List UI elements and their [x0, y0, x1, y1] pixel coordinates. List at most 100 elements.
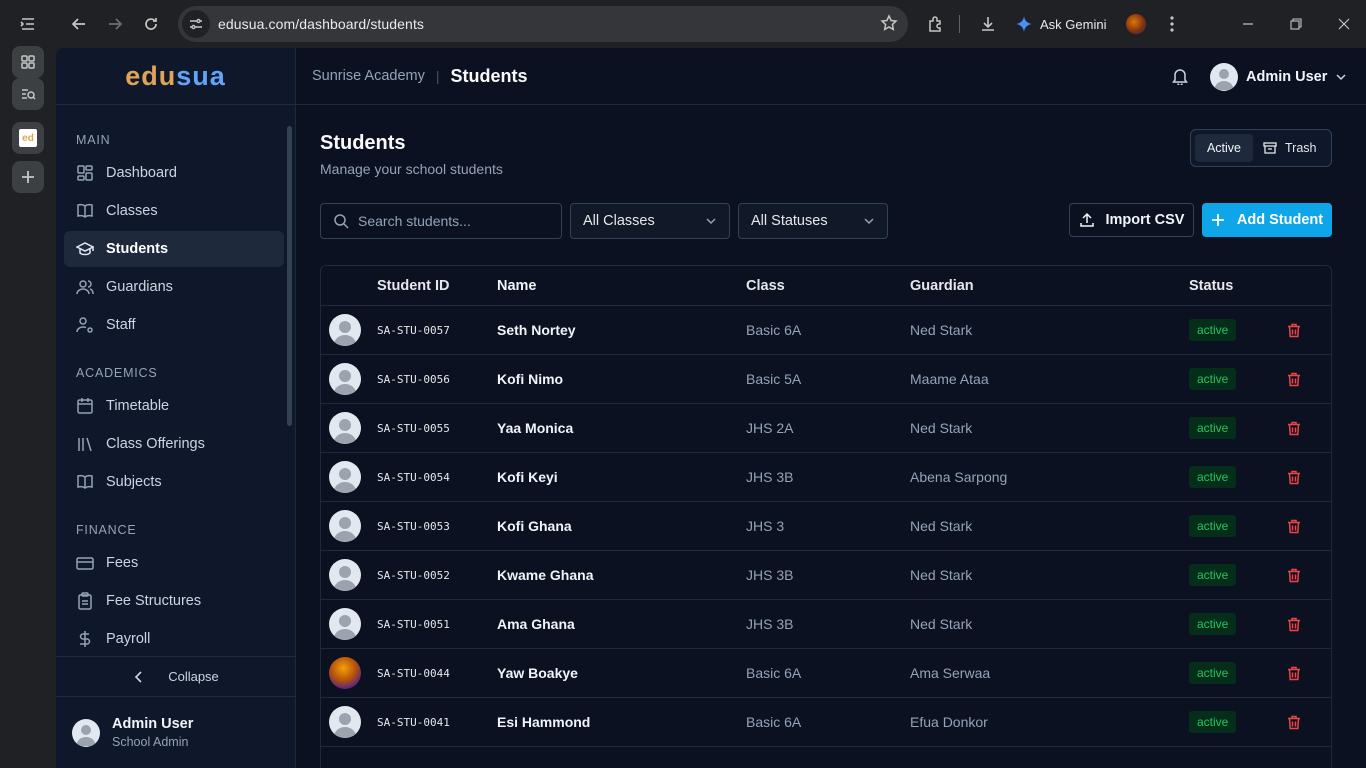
- toggle-trash-button[interactable]: Trash: [1263, 134, 1317, 162]
- avatar-cell: [321, 461, 377, 493]
- reload-icon[interactable]: [133, 6, 169, 42]
- sidebar-user[interactable]: Admin User School Admin: [56, 696, 295, 768]
- delete-button[interactable]: [1287, 519, 1327, 534]
- back-icon[interactable]: [61, 6, 97, 42]
- extensions-icon[interactable]: [924, 8, 948, 40]
- student-name-cell[interactable]: Yaa Monica: [497, 420, 746, 436]
- toggle-active-button[interactable]: Active: [1195, 134, 1253, 162]
- avatar: [1210, 63, 1238, 91]
- class-filter-select[interactable]: All Classes: [570, 203, 730, 239]
- profile-avatar-icon[interactable]: [1124, 8, 1148, 40]
- section-title-finance: FINANCE: [76, 523, 137, 537]
- table-row[interactable]: SA-STU-0051 Ama Ghana JHS 3B Ned Stark activ…: [321, 600, 1331, 649]
- student-name-cell[interactable]: Kofi Keyi: [497, 469, 746, 485]
- student-id-cell: SA-STU-0057: [377, 323, 450, 337]
- table-row[interactable]: SA-STU-0041 Esi Hammond Basic 6A Efua Donko…: [321, 698, 1331, 747]
- sidebar-item-staff[interactable]: Staff: [64, 307, 284, 343]
- sidebar-item-class-offerings[interactable]: Class Offerings: [64, 426, 284, 462]
- sidebar-item-fee-structures[interactable]: Fee Structures: [64, 583, 284, 619]
- sidebar-scrollbar[interactable]: [287, 126, 292, 426]
- close-window-icon[interactable]: [1332, 8, 1356, 40]
- sidebar-item-subjects[interactable]: Subjects: [64, 464, 284, 500]
- search-input[interactable]: [358, 213, 548, 229]
- user-cog-icon: [76, 317, 93, 333]
- site-settings-icon[interactable]: [182, 10, 210, 38]
- sidebar-item-classes[interactable]: Classes: [64, 193, 284, 229]
- sidebar-item-students[interactable]: Students: [64, 231, 284, 267]
- delete-button[interactable]: [1287, 421, 1327, 436]
- delete-button[interactable]: [1287, 617, 1327, 632]
- tab-search-icon[interactable]: [12, 78, 44, 110]
- grid-icon[interactable]: [12, 46, 44, 78]
- student-name-cell[interactable]: Esi Hammond: [497, 714, 746, 730]
- table-row[interactable]: SA-STU-0052 Kwame Ghana JHS 3B Ned Stark act…: [321, 551, 1331, 600]
- status-badge: active: [1189, 564, 1237, 586]
- avatar: [329, 510, 361, 542]
- table-row[interactable]: SA-STU-0053 Kofi Ghana JHS 3 Ned Stark activ…: [321, 502, 1331, 551]
- app-logo[interactable]: edu sua: [56, 48, 295, 105]
- table-row[interactable]: SA-STU-0057 Seth Nortey Basic 6A Ned Stark a…: [321, 306, 1331, 355]
- table-row[interactable]: SA-STU-0056 Kofi Nimo Basic 5A Maame Ataa ac…: [321, 355, 1331, 404]
- guardian-cell: Ned Stark: [910, 616, 973, 632]
- restore-icon[interactable]: [1284, 8, 1308, 40]
- table-row[interactable]: SA-STU-0055 Yaa Monica JHS 2A Ned Stark acti…: [321, 404, 1331, 453]
- table-row[interactable]: SA-STU-0054 Kofi Keyi JHS 3B Abena Sarpong a…: [321, 453, 1331, 502]
- sidebar-item-dashboard[interactable]: Dashboard: [64, 155, 284, 191]
- column-header-name[interactable]: Name: [497, 278, 746, 294]
- student-name-cell[interactable]: Kofi Nimo: [497, 371, 746, 387]
- column-header-guardian[interactable]: Guardian: [910, 278, 1189, 294]
- browser-toolbar: edusua.com/dashboard/students Ask Gemini: [56, 0, 1366, 48]
- toolbar-divider: [958, 15, 960, 33]
- delete-button[interactable]: [1287, 715, 1327, 730]
- bookmark-star-icon[interactable]: [880, 14, 898, 32]
- vertical-tab-strip: ed: [0, 0, 56, 768]
- avatar-cell: [321, 510, 377, 542]
- download-icon[interactable]: [976, 8, 1000, 40]
- student-name-cell[interactable]: Kofi Ghana: [497, 518, 746, 534]
- sidebar-item-guardians[interactable]: Guardians: [64, 269, 284, 305]
- delete-button[interactable]: [1287, 323, 1327, 338]
- sidebar-item-payroll[interactable]: Payroll: [64, 621, 284, 656]
- edusua-favicon[interactable]: ed: [12, 122, 44, 154]
- import-csv-button[interactable]: Import CSV: [1069, 203, 1194, 237]
- student-name-cell[interactable]: Ama Ghana: [497, 616, 746, 632]
- collapse-tabs-icon[interactable]: [12, 8, 44, 40]
- sidebar-item-fees[interactable]: Fees: [64, 545, 284, 581]
- guardian-cell: Ned Stark: [910, 567, 973, 583]
- column-header-student-id[interactable]: Student ID: [377, 278, 497, 294]
- student-id-cell: SA-STU-0053: [377, 519, 450, 533]
- ask-gemini-button[interactable]: Ask Gemini: [1016, 8, 1110, 40]
- status-badge: active: [1189, 613, 1237, 635]
- new-tab-icon[interactable]: [12, 161, 44, 193]
- student-name-cell[interactable]: Yaw Boakye: [497, 665, 746, 681]
- address-bar[interactable]: edusua.com/dashboard/students: [178, 6, 908, 42]
- status-filter-select[interactable]: All Statuses: [738, 203, 888, 239]
- minimize-icon[interactable]: [1236, 8, 1260, 40]
- bell-icon[interactable]: [1172, 68, 1188, 85]
- avatar: [72, 718, 100, 747]
- delete-button[interactable]: [1287, 666, 1327, 681]
- delete-button[interactable]: [1287, 372, 1327, 387]
- status-badge: active: [1189, 515, 1237, 537]
- breadcrumb-school[interactable]: Sunrise Academy: [312, 68, 425, 84]
- table-row[interactable]: SA-STU-0044 Yaw Boakye Basic 6A Ama Serwaa a…: [321, 649, 1331, 698]
- menu-dots-icon[interactable]: [1160, 8, 1184, 40]
- sidebar-item-timetable[interactable]: Timetable: [64, 388, 284, 424]
- class-cell: JHS 3B: [746, 616, 794, 632]
- student-name-cell[interactable]: Seth Nortey: [497, 322, 746, 338]
- forward-icon[interactable]: [97, 6, 133, 42]
- user-menu[interactable]: Admin User: [1210, 63, 1347, 91]
- add-student-button[interactable]: Add Student: [1202, 203, 1332, 237]
- column-header-class[interactable]: Class: [746, 278, 910, 294]
- class-cell: Basic 6A: [746, 714, 802, 730]
- header-user-name: Admin User: [1246, 69, 1328, 85]
- delete-button[interactable]: [1287, 470, 1327, 485]
- student-id-cell: SA-STU-0044: [377, 666, 450, 680]
- section-title-main: MAIN: [76, 133, 111, 147]
- collapse-button[interactable]: Collapse: [56, 656, 295, 696]
- student-name-cell[interactable]: Kwame Ghana: [497, 567, 746, 583]
- column-header-status[interactable]: Status: [1189, 278, 1287, 294]
- sidebar-item-label: Timetable: [106, 398, 170, 414]
- delete-button[interactable]: [1287, 568, 1327, 583]
- search-input-wrapper[interactable]: [320, 203, 562, 239]
